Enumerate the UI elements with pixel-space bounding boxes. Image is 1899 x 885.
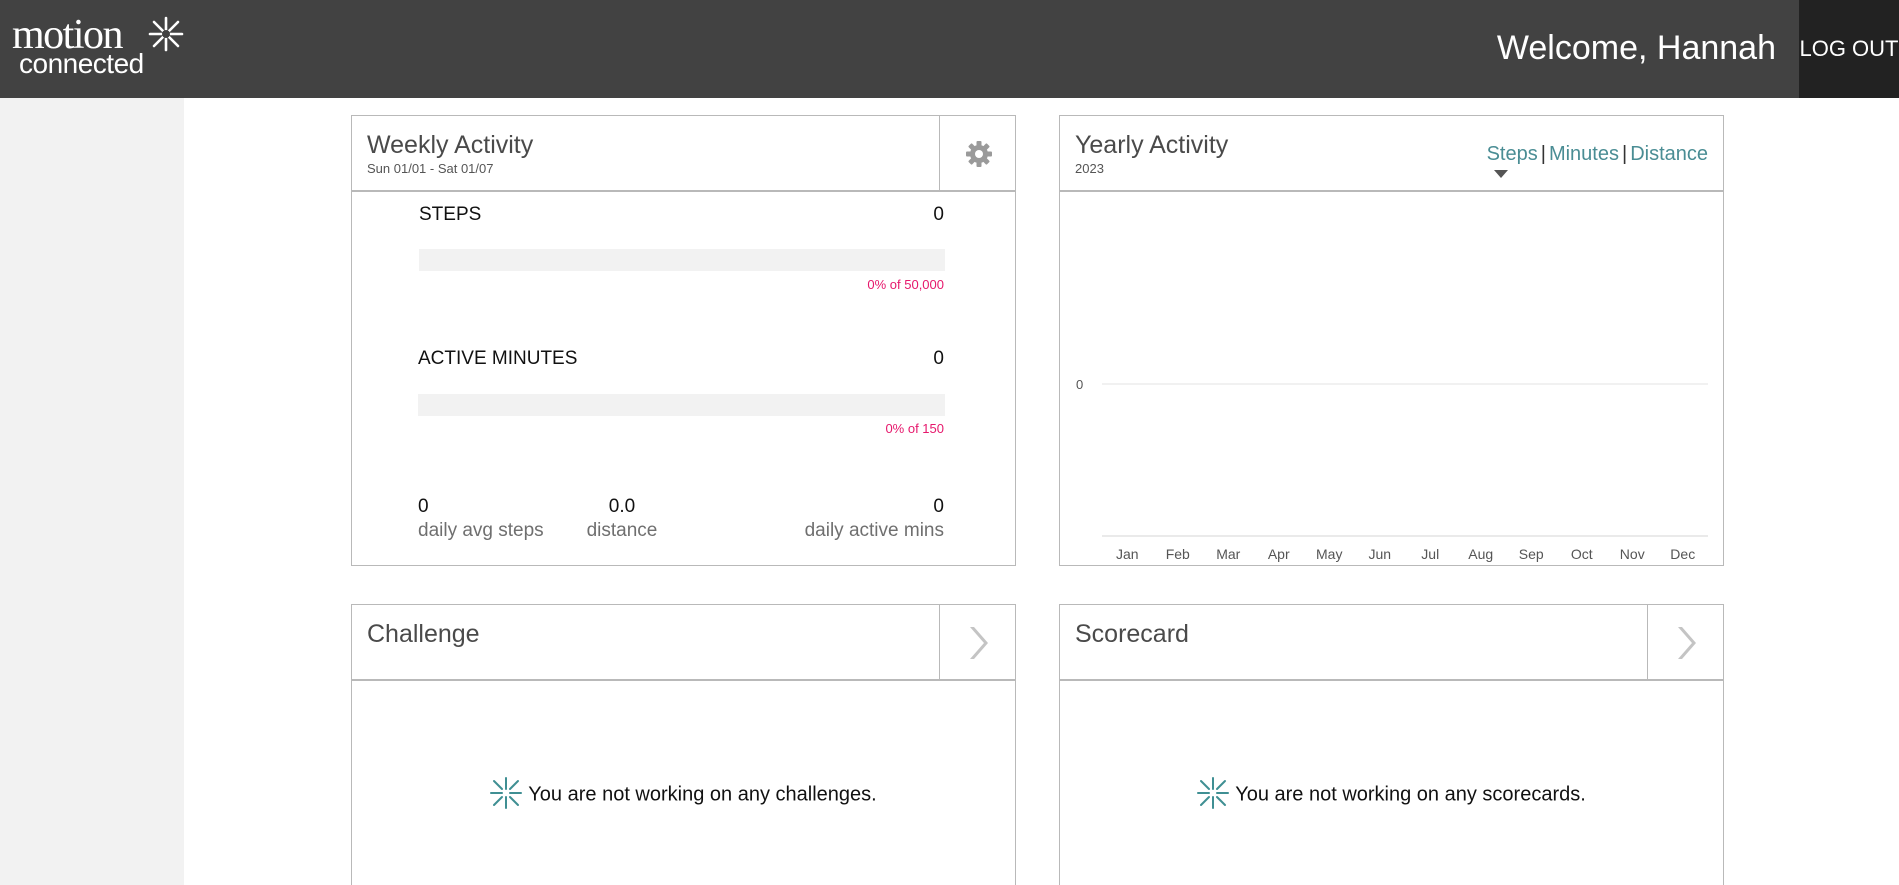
active-minutes-progress-caption: 0% of 150 [885,421,944,436]
weekly-activity-card: Weekly Activity Sun 01/01 - Sat 01/07 ST [351,115,1016,566]
chevron-right-icon [970,627,988,659]
yearly-activity-title: Yearly Activity [1075,131,1229,159]
challenge-empty-state: You are not working on any challenges. [352,777,1015,811]
gear-icon [966,141,992,167]
challenge-header: Challenge [352,605,1015,681]
asterisk-star-icon [148,16,184,52]
yearly-activity-chart: 0 Jan Feb Mar Apr May Jun Jul Aug Sep Oct Nov Dec [1076,377,1708,562]
scorecard-title: Scorecard [1075,620,1189,648]
tab-separator: | [1540,143,1546,165]
chart-x-tick-label: Jun [1368,546,1391,562]
chart-x-tick-label: Jan [1116,546,1139,562]
daily-avg-steps-label: daily avg steps [418,520,544,541]
chart-x-tick-label: Nov [1620,546,1645,562]
challenge-title: Challenge [367,620,480,648]
scorecard-open-button[interactable] [1647,605,1723,679]
chart-x-tick-label: Oct [1571,546,1593,562]
chart-x-tick-label: Feb [1166,546,1190,562]
chart-x-tick-label: Mar [1216,546,1240,562]
metric-tabs: Steps | Minutes | Distance [1487,142,1708,166]
chart-x-tick-label: Apr [1268,546,1290,562]
daily-avg-steps-value: 0 [418,496,429,517]
yearly-activity-card: Yearly Activity 2023 Steps | Minutes | Dista… [1059,115,1724,566]
logout-button[interactable]: LOG OUT [1799,0,1899,98]
tab-distance[interactable]: Distance [1630,143,1708,165]
distance-label: distance [586,520,658,541]
welcome-message: Welcome, Hannah [1496,29,1776,67]
chart-y-tick-label: 0 [1076,377,1083,392]
logo-word-connected: connected [19,48,144,79]
weekly-settings-button[interactable] [939,116,1015,190]
chart-x-tick-label: May [1316,546,1342,562]
daily-active-mins-value: 0 [933,496,944,517]
scorecard-empty-message: You are not working on any scorecards. [1235,783,1586,806]
left-sidebar [0,98,184,885]
active-minutes-value: 0 [933,348,944,369]
chart-x-tick-label: Dec [1670,546,1695,562]
chart-x-tick-label: Jul [1421,546,1439,562]
active-minutes-label: ACTIVE MINUTES [418,348,578,369]
asterisk-star-icon [490,777,523,809]
challenge-empty-message: You are not working on any challenges. [528,783,877,806]
daily-active-mins-label: daily active mins [804,520,944,541]
yearly-activity-header: Yearly Activity 2023 Steps | Minutes | Dista… [1060,116,1723,192]
chart-x-tick-label: Aug [1468,546,1493,562]
distance-value: 0.0 [608,496,636,517]
steps-label: STEPS [419,204,482,225]
steps-progress-caption: 0% of 50,000 [867,277,944,292]
scorecard-card: Scorecard You are not working on any sco… [1059,604,1724,885]
weekly-activity-title: Weekly Activity [367,131,534,159]
steps-progress-bar [419,249,945,271]
active-minutes-progress-bar [418,394,945,416]
asterisk-star-icon [1197,777,1230,809]
chevron-right-icon [1678,627,1696,659]
weekly-activity-header: Weekly Activity Sun 01/01 - Sat 01/07 [352,116,1015,192]
yearly-year: 2023 [1075,161,1104,176]
challenge-open-button[interactable] [939,605,1015,679]
tab-minutes[interactable]: Minutes [1549,143,1619,165]
top-header: motion connected Welcome, Hannah LOG OUT [0,0,1899,98]
weekly-date-range: Sun 01/01 - Sat 01/07 [367,161,494,176]
challenge-card: Challenge You are not working on any cha… [351,604,1016,885]
steps-value: 0 [933,204,944,225]
tab-steps[interactable]: Steps [1487,143,1538,165]
scorecard-empty-state: You are not working on any scorecards. [1060,777,1723,811]
selected-tab-caret-icon [1494,170,1508,178]
scorecard-header: Scorecard [1060,605,1723,681]
motion-connected-logo[interactable]: motion connected [12,14,187,80]
chart-x-tick-label: Sep [1519,546,1544,562]
tab-separator: | [1621,143,1628,165]
